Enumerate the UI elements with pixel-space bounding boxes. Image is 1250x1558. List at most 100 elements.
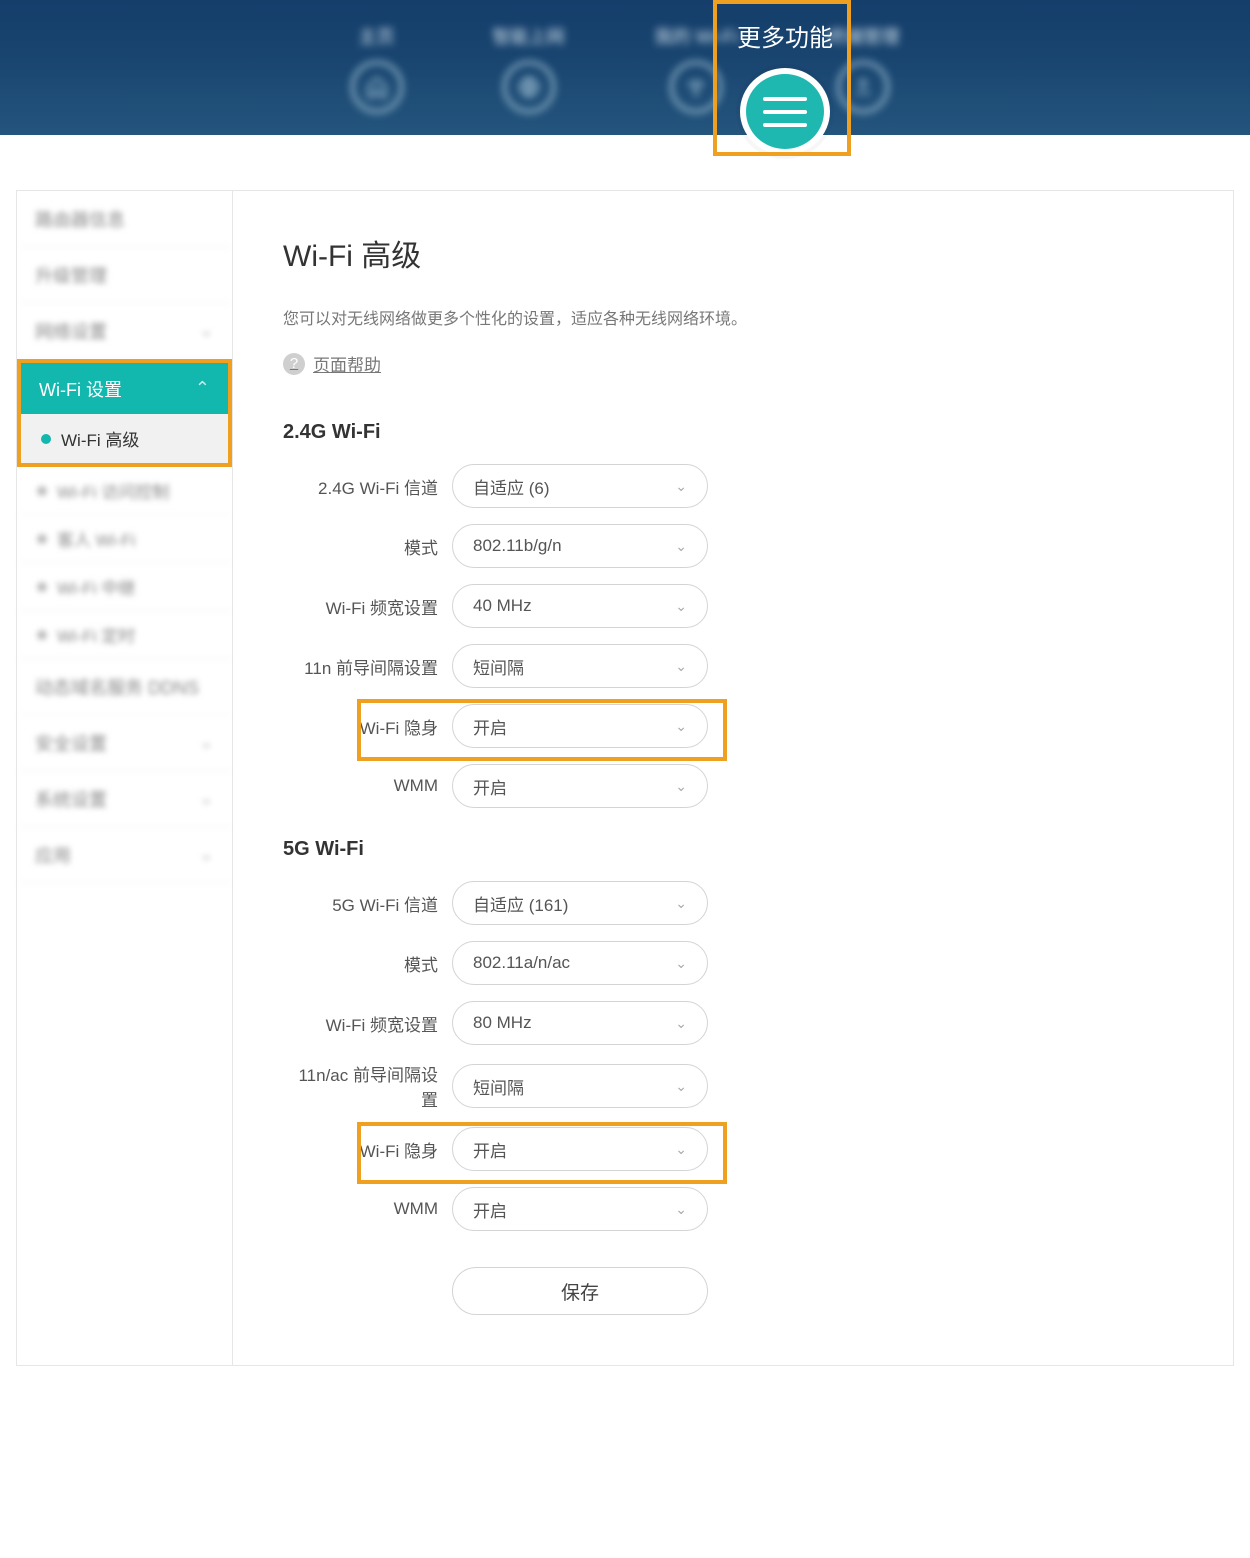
select-value: 开启 xyxy=(473,774,507,799)
field-label: 2.4G Wi-Fi 信道 xyxy=(283,474,438,499)
sidebar-item-label: Wi-Fi 设置 xyxy=(39,376,122,402)
nav-item-home[interactable]: 主页 xyxy=(351,23,403,113)
select-value: 短间隔 xyxy=(473,654,524,679)
field-label: 11n 前导间隔设置 xyxy=(283,654,438,679)
section-heading-5g: 5G Wi-Fi xyxy=(283,838,1173,861)
home-icon xyxy=(351,61,403,113)
select-5g-mode[interactable]: 802.11a/n/ac ⌄ xyxy=(452,941,708,985)
chevron-down-icon: ⌄ xyxy=(675,718,687,735)
chevron-down-icon: ⌄ xyxy=(199,788,214,809)
sidebar-item-router-info[interactable]: 路由器信息 xyxy=(17,191,232,247)
sidebar-sub-guest-wifi[interactable]: 客人 Wi-Fi xyxy=(17,515,232,563)
row-5g-guard: 11n/ac 前导间隔设置 短间隔 ⌄ xyxy=(283,1061,1173,1111)
select-24g-bandwidth[interactable]: 40 MHz ⌄ xyxy=(452,584,708,628)
chevron-down-icon: ⌄ xyxy=(675,1015,687,1032)
row-5g-wmm: WMM 开启 ⌄ xyxy=(283,1187,1173,1231)
sidebar-sub-wifi-timer[interactable]: Wi-Fi 定时 xyxy=(17,611,232,659)
nav-label: 主页 xyxy=(359,23,395,49)
select-5g-guard[interactable]: 短间隔 ⌄ xyxy=(452,1064,708,1108)
sidebar-item-label: Wi-Fi 访问控制 xyxy=(57,478,169,503)
sidebar-item-label: 客人 Wi-Fi xyxy=(57,526,135,551)
row-24g-channel: 2.4G Wi-Fi 信道 自适应 (6) ⌄ xyxy=(283,464,1173,508)
highlight-sidebar-wifi: Wi-Fi 设置 ⌃ Wi-Fi 高级 xyxy=(17,359,232,467)
sidebar-item-label: 安全设置 xyxy=(35,730,107,756)
select-5g-bandwidth[interactable]: 80 MHz ⌄ xyxy=(452,1001,708,1045)
more-button[interactable] xyxy=(740,68,830,155)
sidebar-item-label: 动态域名服务 DDNS xyxy=(35,674,199,700)
sidebar-sub-wifi-advanced[interactable]: Wi-Fi 高级 xyxy=(21,415,228,463)
row-5g-channel: 5G Wi-Fi 信道 自适应 (161) ⌄ xyxy=(283,881,1173,925)
select-24g-guard[interactable]: 短间隔 ⌄ xyxy=(452,644,708,688)
select-24g-channel[interactable]: 自适应 (6) ⌄ xyxy=(452,464,708,508)
sidebar-item-system[interactable]: 系统设置 ⌄ xyxy=(17,771,232,827)
top-nav: 主页 智能上网 我的 Wi-Fi 终端管理 更多功能 xyxy=(0,0,1250,135)
sidebar-item-ddns[interactable]: 动态域名服务 DDNS xyxy=(17,659,232,715)
field-label: 模式 xyxy=(283,534,438,559)
row-24g-mode: 模式 802.11b/g/n ⌄ xyxy=(283,524,1173,568)
select-value: 开启 xyxy=(473,714,507,739)
chevron-down-icon: ⌄ xyxy=(675,1141,687,1158)
sidebar-item-label: Wi-Fi 高级 xyxy=(61,426,139,451)
row-24g-hidden: Wi-Fi 隐身 开启 ⌄ xyxy=(283,704,1173,748)
sidebar-item-label: 网络设置 xyxy=(35,318,107,344)
row-5g-hidden: Wi-Fi 隐身 开启 ⌄ xyxy=(283,1127,1173,1171)
nav-item-smart[interactable]: 智能上网 xyxy=(493,23,565,113)
select-24g-mode[interactable]: 802.11b/g/n ⌄ xyxy=(452,524,708,568)
field-label: Wi-Fi 频宽设置 xyxy=(283,1011,438,1036)
help-label: 页面帮助 xyxy=(313,351,381,376)
select-value: 短间隔 xyxy=(473,1074,524,1099)
chevron-down-icon: ⌄ xyxy=(199,844,214,865)
chevron-down-icon: ⌄ xyxy=(675,478,687,495)
sidebar-sub-wifi-access[interactable]: Wi-Fi 访问控制 xyxy=(17,467,232,515)
field-label: Wi-Fi 隐身 xyxy=(283,1137,438,1162)
field-label: 11n/ac 前导间隔设置 xyxy=(283,1061,438,1111)
select-value: 自适应 (161) xyxy=(473,891,568,916)
chevron-down-icon: ⌄ xyxy=(675,598,687,615)
chevron-down-icon: ⌄ xyxy=(199,320,214,341)
sidebar-item-network[interactable]: 网络设置 ⌄ xyxy=(17,303,232,359)
sidebar-sub-wifi-repeater[interactable]: Wi-Fi 中继 xyxy=(17,563,232,611)
chevron-down-icon: ⌄ xyxy=(675,1201,687,1218)
select-value: 40 MHz xyxy=(473,596,532,616)
sidebar-item-upgrade[interactable]: 升级管理 xyxy=(17,247,232,303)
select-5g-hidden[interactable]: 开启 ⌄ xyxy=(452,1127,708,1171)
hamburger-icon xyxy=(763,97,807,101)
select-value: 自适应 (6) xyxy=(473,474,550,499)
page-title: Wi-Fi 高级 xyxy=(283,231,1173,275)
select-24g-wmm[interactable]: 开启 ⌄ xyxy=(452,764,708,808)
chevron-down-icon: ⌄ xyxy=(675,658,687,675)
sidebar-item-wifi-settings[interactable]: Wi-Fi 设置 ⌃ xyxy=(21,363,228,415)
nav-item-more: 更多功能 xyxy=(715,0,855,155)
chevron-up-icon: ⌃ xyxy=(195,378,210,399)
section-heading-24g: 2.4G Wi-Fi xyxy=(283,421,1173,444)
sidebar-item-label: 系统设置 xyxy=(35,786,107,812)
select-value: 80 MHz xyxy=(473,1013,532,1033)
main-panel: Wi-Fi 高级 您可以对无线网络做更多个性化的设置，适应各种无线网络环境。 ?… xyxy=(233,191,1233,1365)
sidebar-item-label: Wi-Fi 定时 xyxy=(57,622,135,647)
sidebar: 路由器信息 升级管理 网络设置 ⌄ Wi-Fi 设置 ⌃ Wi-Fi 高级 Wi… xyxy=(17,191,233,1365)
select-5g-channel[interactable]: 自适应 (161) ⌄ xyxy=(452,881,708,925)
sidebar-item-label: 路由器信息 xyxy=(35,206,125,232)
sidebar-item-label: Wi-Fi 中继 xyxy=(57,574,135,599)
field-label: WMM xyxy=(283,776,438,796)
field-label: 5G Wi-Fi 信道 xyxy=(283,891,438,916)
select-24g-hidden[interactable]: 开启 ⌄ xyxy=(452,704,708,748)
nav-more-label: 更多功能 xyxy=(737,18,833,53)
row-5g-mode: 模式 802.11a/n/ac ⌄ xyxy=(283,941,1173,985)
nav-label: 智能上网 xyxy=(493,23,565,49)
select-5g-wmm[interactable]: 开启 ⌄ xyxy=(452,1187,708,1231)
row-24g-bandwidth: Wi-Fi 频宽设置 40 MHz ⌄ xyxy=(283,584,1173,628)
chevron-down-icon: ⌄ xyxy=(675,955,687,972)
sidebar-item-security[interactable]: 安全设置 ⌄ xyxy=(17,715,232,771)
page-description: 您可以对无线网络做更多个性化的设置，适应各种无线网络环境。 xyxy=(283,305,1173,329)
sidebar-item-apps[interactable]: 应用 ⌄ xyxy=(17,827,232,883)
select-value: 开启 xyxy=(473,1197,507,1222)
chevron-down-icon: ⌄ xyxy=(675,778,687,795)
select-value: 802.11b/g/n xyxy=(473,536,562,556)
sidebar-item-label: 升级管理 xyxy=(35,262,107,288)
row-5g-bandwidth: Wi-Fi 频宽设置 80 MHz ⌄ xyxy=(283,1001,1173,1045)
field-label: Wi-Fi 隐身 xyxy=(283,714,438,739)
page-help-link[interactable]: ? 页面帮助 xyxy=(283,351,1173,376)
save-button[interactable]: 保存 xyxy=(452,1267,708,1315)
help-icon: ? xyxy=(283,353,305,375)
